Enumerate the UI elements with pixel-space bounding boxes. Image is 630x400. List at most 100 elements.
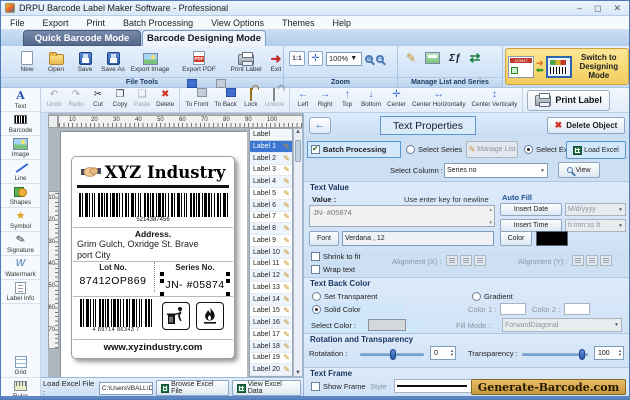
center-vertically-button[interactable]: ↕ Center Vertically [468, 88, 520, 112]
center-horizontally-button[interactable]: ↔ Center Horizontally [409, 88, 469, 112]
to-front-button[interactable]: To Front [182, 88, 211, 112]
font-button[interactable]: Font [309, 231, 339, 246]
label-list-row[interactable]: Label 2 ✎ [250, 152, 292, 165]
sidebar-item-shapes[interactable]: Shapes [1, 184, 40, 208]
top-button[interactable]: ↑ Top [336, 88, 358, 112]
print-label-button[interactable]: Print Label [527, 89, 610, 111]
center-button[interactable]: ✛ Center [384, 88, 409, 112]
sidebar-item-image[interactable]: Image [1, 136, 40, 160]
edit-list-icon[interactable]: ✎ [406, 52, 416, 64]
cut-button[interactable]: ✂ Cut [87, 88, 109, 112]
label-list-scrollbar[interactable]: ▲ ▼ [293, 128, 303, 377]
show-frame-label[interactable]: Show Frame [323, 382, 366, 391]
left-button[interactable]: ← Left [292, 88, 314, 112]
label-list-row[interactable]: Label 7 ✎ [250, 211, 292, 224]
align-x-right-icon[interactable] [474, 255, 486, 266]
menu-batch-processing[interactable]: Batch Processing [114, 16, 202, 29]
textarea-scroll-icons[interactable]: ▲ ▼ [489, 207, 493, 225]
label-list-row[interactable]: Label 14 ✎ [250, 293, 292, 306]
series-image-icon[interactable] [425, 52, 441, 64]
zoom-in-icon[interactable]: + [365, 54, 373, 63]
selection-handle[interactable] [225, 272, 230, 276]
color1-field[interactable] [500, 303, 526, 315]
edit-label-icon[interactable]: ✎ [283, 248, 290, 257]
selection-handle[interactable] [160, 279, 165, 283]
select-excel-radio[interactable] [524, 145, 533, 154]
sidebar-item-watermark[interactable]: W Watermark [1, 256, 40, 280]
edit-label-icon[interactable]: ✎ [283, 295, 290, 304]
font-color-swatch[interactable] [536, 231, 568, 246]
excel-path-input[interactable]: C:\Users\IBALL\D [98, 381, 153, 395]
edit-label-icon[interactable]: ✎ [283, 306, 290, 315]
sidebar-item-grid[interactable]: Grid [1, 354, 40, 378]
edit-label-icon[interactable]: ✎ [283, 201, 290, 210]
delete-button[interactable]: ✖ Delete [153, 88, 177, 112]
view-excel-button[interactable]: View Excel Data [232, 380, 301, 396]
wrap-text-checkbox[interactable] [311, 265, 320, 274]
label-list-row[interactable]: Label 8 ✎ [250, 223, 292, 235]
browse-excel-button[interactable]: Browse Excel File [155, 380, 230, 396]
align-x-center-icon[interactable] [460, 255, 472, 266]
edit-label-icon[interactable]: ✎ [283, 330, 290, 339]
label-list-row[interactable]: Label 5 ✎ [250, 188, 292, 200]
show-frame-checkbox[interactable] [311, 382, 320, 391]
rotation-spinner[interactable]: 0 ▲ ▼ [430, 346, 456, 360]
load-excel-button[interactable]: Load Excel [566, 141, 626, 159]
font-color-button[interactable]: Color [500, 231, 532, 246]
scroll-down-icon[interactable]: ▼ [295, 370, 301, 376]
menu-themes[interactable]: Themes [273, 16, 324, 29]
one-to-one-zoom-button[interactable]: 1:1 [289, 51, 305, 66]
maximize-button[interactable]: ◻ [594, 3, 601, 13]
gradient-radio[interactable] [472, 292, 481, 301]
align-y-top-icon[interactable] [572, 255, 584, 266]
solid-color-radio[interactable] [312, 305, 321, 314]
copy-button[interactable]: ❐ Copy [109, 88, 131, 112]
flammable-icon[interactable] [196, 302, 224, 330]
generate-barcode-badge[interactable]: Generate-Barcode.com [471, 379, 626, 395]
transparency-slider-thumb[interactable] [579, 349, 585, 360]
menu-file[interactable]: File [1, 16, 34, 29]
bottom-button[interactable]: ↓ Bottom [358, 88, 384, 112]
set-transparent-label[interactable]: Set Transparent [324, 292, 377, 301]
label-design[interactable]: XYZ Industry 5214387456 Address. Grim Gu… [71, 156, 235, 359]
menu-export[interactable]: Export [34, 16, 78, 29]
scroll-up-icon[interactable]: ▲ [295, 129, 301, 135]
selection-handle[interactable] [160, 272, 165, 276]
sidebar-item-signature[interactable]: ✎ Signature [1, 232, 40, 256]
tidy-man-icon[interactable] [162, 302, 190, 330]
sidebar-item-symbol[interactable]: ★ Symbol [1, 208, 40, 232]
switch-to-designing-mode-button[interactable]: ➜⬅ Switch to Designing Mode [505, 48, 629, 85]
edit-label-icon[interactable]: ✎ [283, 236, 290, 245]
align-y-middle-icon[interactable] [586, 255, 598, 266]
transparency-spinner[interactable]: 100 ▲ ▼ [594, 346, 624, 360]
barcode-2[interactable] [80, 299, 152, 327]
edit-label-icon[interactable]: ✎ [283, 224, 290, 233]
zoom-level-select[interactable]: 100% ▼ [326, 51, 362, 66]
batch-processing-checkbox[interactable]: Batch Processing [307, 141, 401, 158]
edit-label-icon[interactable]: ✎ [283, 353, 290, 362]
label-list-row[interactable]: Label 18 ✎ [250, 340, 292, 353]
export-pdf-button[interactable]: Export PDF [176, 48, 222, 73]
date-format-dropdown[interactable]: M/d/yyyy ▼ [565, 203, 626, 216]
label-list-row[interactable]: Label 16 ✎ [250, 317, 292, 329]
label-list-row[interactable]: Label 1 ✎ [250, 141, 292, 153]
select-series-radio[interactable] [406, 145, 415, 154]
sidebar-item-label-info[interactable]: Label Info [1, 280, 40, 304]
sum-function-icon[interactable]: Σƒ [449, 53, 460, 64]
swap-arrows-icon[interactable]: ⇄ [470, 50, 481, 66]
label-list-row[interactable]: Label 17 ✎ [250, 329, 292, 341]
to-back-button[interactable]: To Back [211, 88, 239, 112]
edit-label-icon[interactable]: ✎ [283, 259, 290, 268]
zoom-out-icon[interactable]: − [376, 54, 384, 63]
set-transparent-radio[interactable] [312, 292, 321, 301]
label-list-row[interactable]: Label 4 ✎ [250, 176, 292, 188]
tab-barcode-designing-mode[interactable]: Barcode Designing Mode [142, 30, 266, 46]
insert-date-button[interactable]: Insert Date [500, 203, 562, 216]
rotation-slider-thumb[interactable] [390, 349, 396, 360]
selection-handle[interactable] [225, 279, 230, 283]
rotation-slider[interactable] [360, 349, 424, 360]
minimize-button[interactable]: – [577, 3, 582, 13]
label-list-row[interactable]: Label 15 ✎ [250, 305, 292, 318]
menu-print[interactable]: Print [78, 16, 115, 29]
edit-label-icon[interactable]: ✎ [283, 165, 290, 174]
